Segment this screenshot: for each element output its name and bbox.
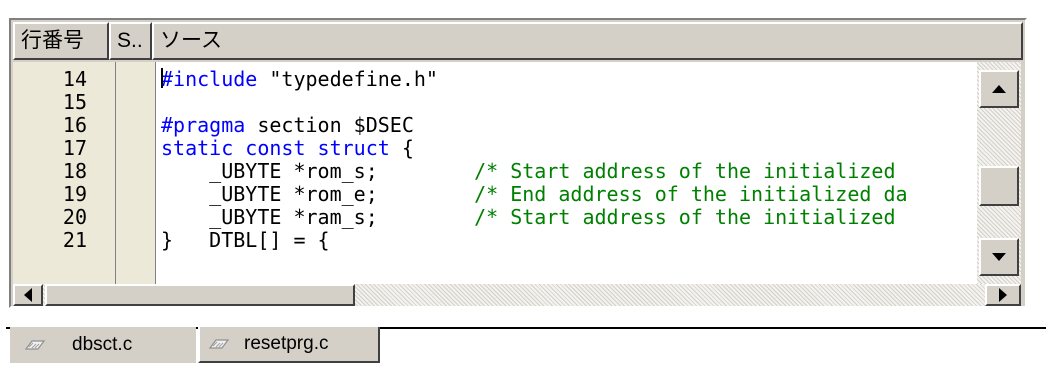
source-editor-window: 行番号 S.. ソース 14 #include "typedefine.h" 15 1… — [9, 18, 1027, 308]
file-icon — [208, 339, 230, 349]
horizontal-scroll-thumb[interactable] — [45, 284, 355, 306]
horizontal-scrollbar[interactable] — [13, 284, 1021, 306]
text-caret — [161, 68, 163, 88]
code-token: _UBYTE *rom_e; — [161, 182, 475, 206]
column-header-line-number[interactable]: 行番号 — [13, 22, 109, 60]
scroll-right-button[interactable] — [985, 284, 1021, 306]
scroll-up-button[interactable] — [979, 70, 1019, 108]
comment-token: /* Start address of the initialized — [474, 205, 896, 229]
code-token: _UBYTE *ram_s; — [161, 205, 475, 229]
code-text: _UBYTE *rom_e; /* End address of the ini… — [161, 182, 908, 206]
code-token: } DTBL[] = { — [161, 228, 330, 252]
vertical-scrollbar[interactable] — [977, 62, 1021, 284]
arrow-right-icon — [999, 288, 1007, 302]
line-number: 21 — [62, 228, 87, 252]
code-line[interactable]: 17 static const struct { — [13, 137, 1013, 160]
file-icon — [24, 340, 46, 350]
code-text: static const struct { — [161, 137, 414, 160]
source-view[interactable]: 14 #include "typedefine.h" 15 16 #pragma sec… — [13, 62, 1021, 284]
code-token: "typedefine.h" — [257, 67, 438, 91]
code-line[interactable]: 16 #pragma section $DSEC — [13, 114, 1013, 137]
code-text: #include "typedefine.h" — [161, 68, 438, 91]
code-text: _UBYTE *rom_s; /* Start address of the i… — [161, 159, 896, 183]
comment-token: /* End address of the initialized da — [474, 182, 908, 206]
code-token: _UBYTE *rom_s; — [161, 159, 475, 183]
line-number: 15 — [62, 90, 87, 114]
tab-label: resetprg.c — [244, 333, 329, 354]
code-line[interactable]: 21 } DTBL[] = { — [13, 229, 1013, 252]
code-text: } DTBL[] = { — [161, 229, 330, 252]
line-number: 16 — [62, 113, 87, 137]
arrow-left-icon — [24, 288, 32, 302]
keyword-token: static const struct — [161, 136, 390, 160]
code-token: section $DSEC — [245, 113, 414, 137]
arrow-down-icon — [992, 253, 1006, 261]
code-line[interactable]: 15 — [13, 91, 1013, 114]
code-text: #pragma section $DSEC — [161, 114, 414, 137]
code-line[interactable]: 14 #include "typedefine.h" — [13, 68, 1013, 91]
keyword-token: #include — [161, 67, 258, 91]
tab-resetprg[interactable]: resetprg.c — [198, 327, 380, 363]
code-line[interactable]: 18 _UBYTE *rom_s; /* Start address of th… — [13, 160, 1013, 183]
column-header-status[interactable]: S.. — [109, 22, 152, 60]
line-number: 17 — [62, 136, 87, 160]
line-number: 14 — [62, 67, 87, 91]
tab-label: dbsct.c — [72, 334, 133, 355]
arrow-up-icon — [992, 85, 1006, 93]
code-text: _UBYTE *ram_s; /* Start address of the i… — [161, 205, 896, 229]
comment-token: /* Start address of the initialized — [474, 159, 896, 183]
vertical-scroll-thumb[interactable] — [979, 166, 1019, 206]
code-line[interactable]: 19 _UBYTE *rom_e; /* End address of the … — [13, 183, 1013, 206]
scroll-left-button[interactable] — [13, 284, 43, 306]
line-number: 19 — [62, 182, 87, 206]
tab-dbsct[interactable]: dbsct.c — [10, 327, 196, 363]
column-header-row: 行番号 S.. ソース — [13, 22, 1023, 62]
column-header-source[interactable]: ソース — [152, 22, 1023, 60]
code-token: { — [389, 136, 414, 160]
line-number: 20 — [62, 205, 87, 229]
line-number: 18 — [62, 159, 87, 183]
code-line[interactable]: 20 _UBYTE *ram_s; /* Start address of th… — [13, 206, 1013, 229]
keyword-token: #pragma — [161, 113, 246, 137]
scroll-down-button[interactable] — [979, 238, 1019, 276]
